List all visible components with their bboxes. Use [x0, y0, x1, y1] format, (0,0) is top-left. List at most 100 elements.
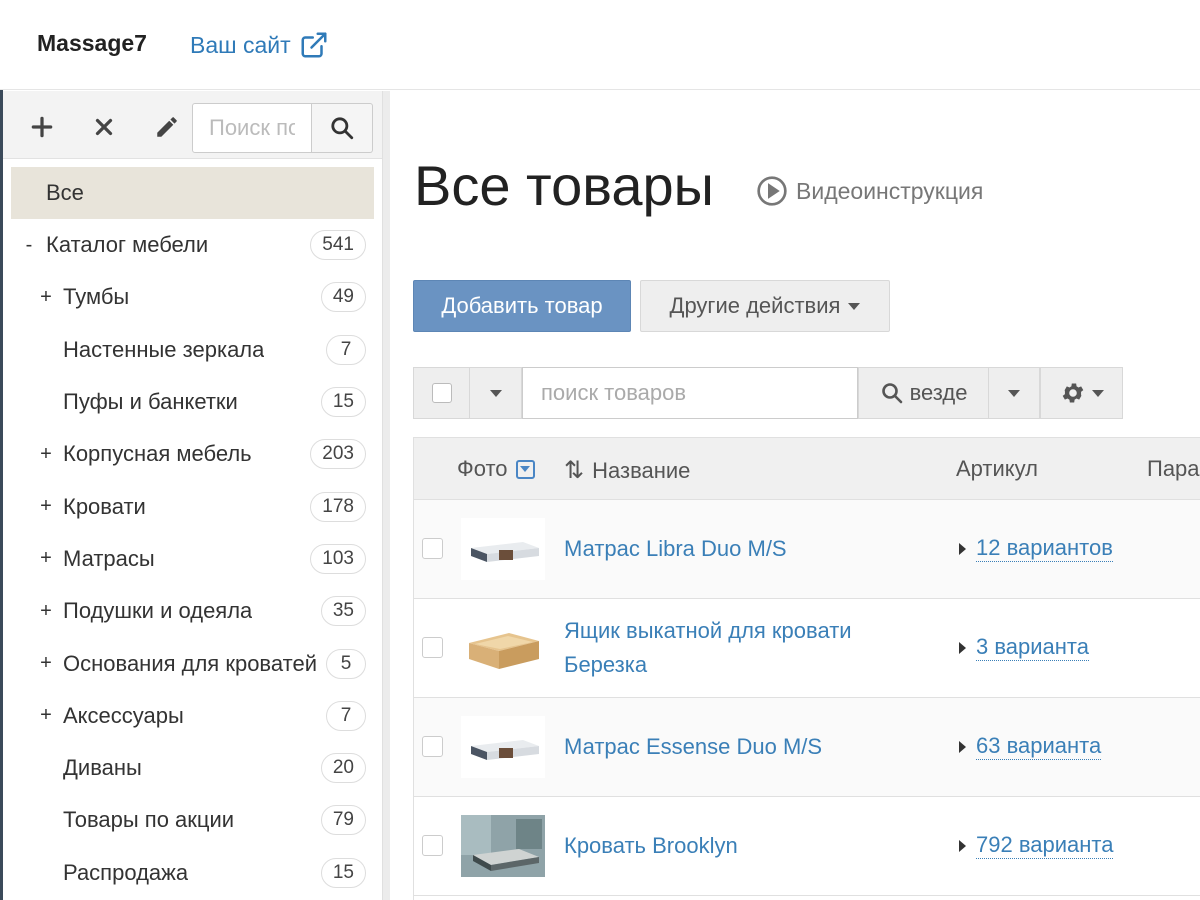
expand-icon[interactable]: + — [38, 443, 54, 466]
expand-icon[interactable]: + — [38, 286, 54, 309]
column-sku[interactable]: Артикул — [956, 456, 1038, 482]
collapse-icon[interactable]: - — [21, 234, 37, 257]
expand-icon[interactable]: + — [38, 652, 54, 675]
product-thumbnail[interactable] — [461, 617, 545, 679]
gear-icon — [1062, 383, 1083, 403]
row-checkbox[interactable] — [422, 538, 443, 559]
top-bar: Massage7 Ваш сайт — [0, 0, 1200, 90]
row-checkbox[interactable] — [422, 835, 443, 856]
expand-icon[interactable]: + — [38, 704, 54, 727]
product-thumbnail[interactable] — [461, 716, 545, 778]
row-checkbox[interactable] — [422, 637, 443, 658]
count-badge: 15 — [320, 387, 366, 418]
table-row[interactable]: Матрас Libra Duo M/S 12 вариантов — [414, 500, 1200, 599]
search-scope-button[interactable]: везде — [858, 367, 989, 419]
variants-count-link[interactable]: 3 варианта — [976, 634, 1089, 661]
play-circle-icon — [757, 176, 787, 206]
column-name[interactable]: ⇅ Название — [564, 456, 690, 485]
variants-toggle[interactable]: 12 вариантов — [959, 535, 1113, 562]
sidebar-item-label: Аксессуары — [63, 702, 184, 728]
sidebar-item-label: Подушки и одеяла — [63, 598, 253, 624]
your-site-link-label: Ваш сайт — [190, 31, 291, 58]
search-scope-label: везде — [909, 380, 968, 405]
select-all-checkbox[interactable] — [431, 383, 452, 403]
main-content: Все товары Видеоинструкция Добавить това… — [390, 91, 1200, 900]
sidebar-item-label: Основания для кроватей — [63, 650, 317, 676]
table-row[interactable]: Матрас Essense Duo M/S 63 варианта — [414, 698, 1200, 797]
table-settings-button[interactable] — [1040, 367, 1123, 419]
product-thumbnail[interactable] — [461, 518, 545, 580]
category-search-input[interactable] — [192, 103, 312, 153]
variants-count-link[interactable]: 63 варианта — [976, 733, 1102, 760]
sidebar-item[interactable]: + Основания для кроватей 5 — [3, 637, 382, 689]
sidebar-item[interactable]: + Тумбы 49 — [3, 271, 382, 323]
sidebar-item[interactable]: Диваны 20 — [3, 742, 382, 794]
sidebar-item[interactable]: + Корпусная мебель 203 — [3, 428, 382, 480]
sort-icon: ⇅ — [564, 457, 585, 484]
sidebar-item-label: Распродажа — [63, 859, 189, 885]
sidebar-item[interactable]: + Аксессуары 7 — [3, 690, 382, 742]
sidebar-item-label: Кровати — [63, 493, 146, 519]
variants-count-link[interactable]: 12 вариантов — [976, 535, 1113, 562]
sidebar-item[interactable]: - Каталог мебели 541 — [3, 219, 382, 271]
search-icon — [881, 383, 902, 404]
sidebar-item[interactable]: + Матрасы 103 — [3, 533, 382, 585]
count-badge: 20 — [320, 753, 366, 784]
edit-category-button[interactable] — [149, 109, 185, 145]
sidebar-item[interactable]: Товары по акции 79 — [3, 794, 382, 846]
delete-category-button[interactable] — [86, 109, 122, 145]
expand-triangle-icon — [959, 839, 966, 852]
count-badge: 178 — [310, 491, 366, 522]
product-search-input[interactable] — [522, 367, 858, 419]
variants-toggle[interactable]: 792 варианта — [959, 832, 1114, 859]
count-badge: 35 — [320, 596, 366, 627]
product-name-link[interactable]: Матрас Essense Duo M/S — [564, 730, 904, 764]
sidebar-item[interactable]: Настенные зеркала 7 — [3, 324, 382, 376]
product-thumbnail-image — [461, 815, 545, 877]
column-params[interactable]: Пара — [1147, 456, 1200, 482]
selection-dropdown[interactable] — [470, 367, 522, 419]
expand-icon[interactable]: + — [38, 495, 54, 518]
plus-icon — [31, 116, 53, 138]
other-actions-button[interactable]: Другие действия — [640, 280, 890, 332]
search-scope-dropdown[interactable] — [989, 367, 1040, 419]
add-category-button[interactable] — [24, 109, 60, 145]
your-site-link[interactable]: Ваш сайт — [190, 30, 329, 60]
variants-toggle[interactable]: 3 варианта — [959, 634, 1089, 661]
category-search-button[interactable] — [312, 103, 373, 153]
caret-down-icon — [848, 302, 861, 310]
sidebar-item-label: Все — [46, 180, 84, 205]
sidebar-item[interactable]: Пуфы и банкетки 15 — [3, 376, 382, 428]
count-badge: 103 — [310, 543, 366, 574]
product-thumbnail-image — [461, 716, 545, 778]
category-sidebar: Все -Каталог мебели 541 + Тумбы 49 Настенные з… — [3, 91, 382, 900]
sidebar-scrollbar[interactable] — [382, 91, 390, 900]
sidebar-item[interactable]: + Подушки и одеяла 35 — [3, 585, 382, 637]
sidebar-item[interactable]: + Кровати 178 — [3, 480, 382, 532]
table-row[interactable]: Ящик выкатной для кровати Березка 3 вариа… — [414, 599, 1200, 698]
expand-icon[interactable]: + — [38, 600, 54, 623]
photo-dropdown-icon[interactable] — [515, 459, 535, 479]
page-title: Все товары — [414, 154, 714, 217]
products-table: Фото ⇅ Название Артикул Пара Матрас Libr… — [413, 437, 1200, 900]
product-name-link[interactable]: Матрас Libra Duo M/S — [564, 532, 904, 566]
sidebar-item[interactable]: Все — [11, 167, 374, 219]
sidebar-item-label: Тумбы — [63, 284, 130, 310]
table-row[interactable]: Кровать Brooklyn 792 варианта — [414, 797, 1200, 896]
product-thumbnail[interactable] — [461, 815, 545, 877]
category-list: Все - Каталог мебели 541 + Тумбы 49 Настенные з… — [3, 167, 382, 899]
variants-toggle[interactable]: 63 варианта — [959, 733, 1102, 760]
product-name-link[interactable]: Ящик выкатной для кровати Березка — [564, 614, 904, 682]
product-name-link[interactable]: Кровать Brooklyn — [564, 829, 904, 863]
row-checkbox[interactable] — [422, 736, 443, 757]
column-sku-label: Артикул — [956, 456, 1039, 481]
count-badge: 7 — [326, 700, 366, 731]
column-photo[interactable]: Фото — [457, 456, 535, 482]
video-instruction-link[interactable]: Видеоинструкция — [756, 175, 983, 207]
count-badge: 5 — [326, 648, 366, 679]
external-link-icon — [301, 32, 327, 58]
sidebar-item[interactable]: Распродажа 15 — [3, 847, 382, 899]
expand-icon[interactable]: + — [38, 547, 54, 570]
variants-count-link[interactable]: 792 варианта — [976, 832, 1114, 859]
add-product-button[interactable]: Добавить товар — [413, 280, 631, 332]
